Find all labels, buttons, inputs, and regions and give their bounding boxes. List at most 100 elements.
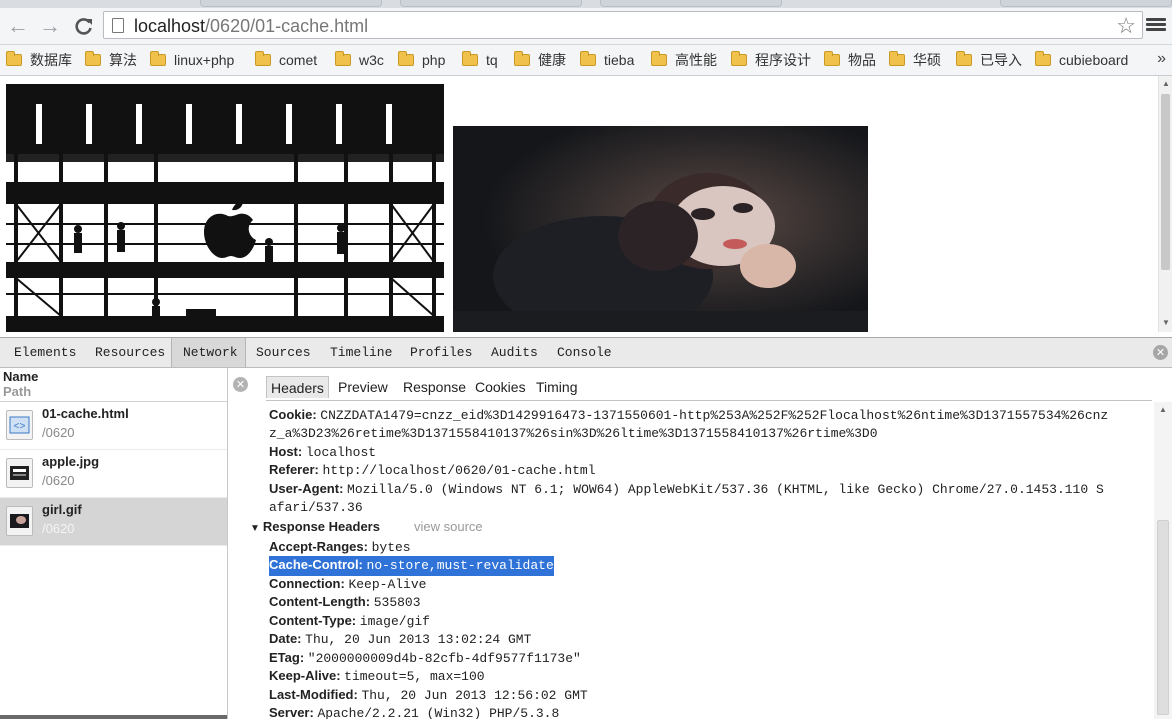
tab-headers[interactable]: Headers xyxy=(266,376,329,398)
response-header-row: Connection: Keep-Alive xyxy=(269,576,427,592)
bookmark-folder[interactable]: 算法 xyxy=(85,49,137,71)
forward-arrow-icon[interactable]: → xyxy=(37,13,63,39)
request-name: 01-cache.html xyxy=(42,406,129,421)
response-header-row: Keep-Alive: timeout=5, max=100 xyxy=(269,668,485,684)
request-header-row: Host: localhost xyxy=(269,444,377,460)
request-list: Name Path <> 01-cache.html /0620 apple.j… xyxy=(0,368,228,719)
scroll-up-arrow-icon[interactable]: ▲ xyxy=(1159,405,1167,414)
request-path: /0620 xyxy=(42,425,75,440)
tab-elements[interactable]: Elements xyxy=(14,338,76,367)
girl-image xyxy=(453,126,868,332)
folder-icon xyxy=(651,51,667,66)
bookmark-label: linux+php xyxy=(174,52,235,68)
request-path: /0620 xyxy=(42,521,75,536)
tab-response[interactable]: Response xyxy=(403,376,466,398)
close-detail-icon[interactable]: ✕ xyxy=(233,377,248,392)
tab-timing[interactable]: Timing xyxy=(536,376,578,398)
close-devtools-icon[interactable]: ✕ xyxy=(1153,345,1168,360)
devtools-panel: Elements Resources Network Sources Timel… xyxy=(0,337,1172,719)
tab-strip xyxy=(0,0,1172,8)
request-name: apple.jpg xyxy=(42,454,100,469)
bookmark-folder[interactable]: 已导入 xyxy=(956,49,1022,71)
request-row-selected[interactable]: girl.gif /0620 xyxy=(0,498,227,546)
bookmark-folder[interactable]: 程序设计 xyxy=(731,49,811,71)
address-bar[interactable]: localhost/0620/01-cache.html ☆ xyxy=(103,11,1143,39)
reload-icon[interactable] xyxy=(71,13,97,39)
browser-tab[interactable] xyxy=(1000,0,1172,7)
portrait-picture xyxy=(453,126,868,332)
bookmark-folder[interactable]: 物品 xyxy=(824,49,876,71)
response-headers-toggle[interactable]: ▼ Response Headers xyxy=(250,518,380,539)
response-header-row: Date: Thu, 20 Jun 2013 13:02:24 GMT xyxy=(269,631,532,647)
page-viewport: ▲ ▼ xyxy=(0,76,1172,332)
bookmark-label: 健康 xyxy=(538,52,566,68)
tab-audits[interactable]: Audits xyxy=(491,338,538,367)
folder-icon xyxy=(514,51,530,66)
bookmark-folder[interactable]: tieba xyxy=(580,49,634,71)
bookmark-folder[interactable]: linux+php xyxy=(150,49,234,71)
tab-console[interactable]: Console xyxy=(557,338,612,367)
folder-icon xyxy=(1035,51,1051,66)
bookmark-folder[interactable]: tq xyxy=(462,49,498,71)
browser-tab[interactable] xyxy=(200,0,382,7)
browser-tab[interactable] xyxy=(400,0,582,7)
request-detail: ✕ Headers Preview Response Cookies Timin… xyxy=(228,368,1172,719)
tab-network[interactable]: Network xyxy=(171,338,246,367)
response-header-row: Content-Type: image/gif xyxy=(269,613,430,629)
view-source-link[interactable]: view source xyxy=(414,518,483,537)
tab-sources[interactable]: Sources xyxy=(256,338,311,367)
request-row[interactable]: <> 01-cache.html /0620 xyxy=(0,402,227,450)
headers-scrollbar[interactable]: ▲ xyxy=(1154,402,1172,719)
bookmark-folder[interactable]: 数据库 xyxy=(6,49,72,71)
tab-preview[interactable]: Preview xyxy=(338,376,388,398)
scroll-thumb[interactable] xyxy=(1157,520,1169,715)
scroll-up-arrow-icon[interactable]: ▲ xyxy=(1162,79,1170,88)
folder-icon xyxy=(462,51,478,66)
page-scrollbar[interactable]: ▲ ▼ xyxy=(1158,76,1172,332)
back-arrow-icon[interactable]: ← xyxy=(5,13,31,39)
tab-timeline[interactable]: Timeline xyxy=(330,338,392,367)
bookmark-label: 华硕 xyxy=(913,52,941,68)
response-header-row: ETag: "2000000009d4b-82cfb-4df9577f1173e… xyxy=(269,650,581,666)
request-list-scrollbar[interactable] xyxy=(0,715,227,719)
apple-image xyxy=(6,84,444,332)
response-header-row-highlighted: Cache-Control: no-store,must-revalidate xyxy=(269,556,554,576)
more-bookmarks-chevron-icon[interactable]: » xyxy=(1157,50,1166,68)
bookmark-star-icon[interactable]: ☆ xyxy=(1116,13,1136,39)
bookmark-folder[interactable]: 健康 xyxy=(514,49,566,71)
folder-icon xyxy=(335,51,351,66)
folder-icon xyxy=(255,51,271,66)
menu-icon[interactable] xyxy=(1146,16,1166,36)
bookmark-folder[interactable]: cubieboard xyxy=(1035,49,1128,71)
tab-profiles[interactable]: Profiles xyxy=(410,338,472,367)
browser-toolbar: ← → localhost/0620/01-cache.html ☆ xyxy=(0,8,1172,45)
request-header-row: Cookie: CNZZDATA1479=cnzz_eid%3D14299164… xyxy=(269,407,1109,423)
tab-cookies[interactable]: Cookies xyxy=(475,376,526,398)
bookmark-folder[interactable]: php xyxy=(398,49,445,71)
bookmark-label: 算法 xyxy=(109,52,137,68)
svg-text:<>: <> xyxy=(13,422,25,433)
browser-tab[interactable] xyxy=(600,0,782,7)
response-header-row: Last-Modified: Thu, 20 Jun 2013 12:56:02… xyxy=(269,687,588,703)
bookmarks-bar: 数据库 算法 linux+php comet w3c php tq 健康 tie… xyxy=(0,45,1172,76)
folder-icon xyxy=(956,51,972,66)
bookmark-folder[interactable]: w3c xyxy=(335,49,384,71)
scroll-thumb[interactable] xyxy=(1161,94,1170,270)
tab-divider xyxy=(266,400,1152,401)
request-header-row: Referer: http://localhost/0620/01-cache.… xyxy=(269,462,596,478)
folder-icon xyxy=(889,51,905,66)
html-file-icon: <> xyxy=(6,410,33,440)
scroll-down-arrow-icon[interactable]: ▼ xyxy=(1162,318,1170,327)
bookmark-label: 数据库 xyxy=(30,52,72,68)
image-file-icon xyxy=(6,458,33,488)
response-header-row: Server: Apache/2.2.21 (Win32) PHP/5.3.8 xyxy=(269,705,560,719)
tab-resources[interactable]: Resources xyxy=(95,338,165,367)
response-header-row: Accept-Ranges: bytes xyxy=(269,539,411,555)
request-list-header[interactable]: Name Path xyxy=(0,368,227,402)
bookmark-folder[interactable]: comet xyxy=(255,49,317,71)
bookmark-label: php xyxy=(422,52,446,68)
bookmark-folder[interactable]: 高性能 xyxy=(651,49,717,71)
request-row[interactable]: apple.jpg /0620 xyxy=(0,450,227,498)
url-text: localhost/0620/01-cache.html xyxy=(134,16,369,36)
bookmark-folder[interactable]: 华硕 xyxy=(889,49,941,71)
